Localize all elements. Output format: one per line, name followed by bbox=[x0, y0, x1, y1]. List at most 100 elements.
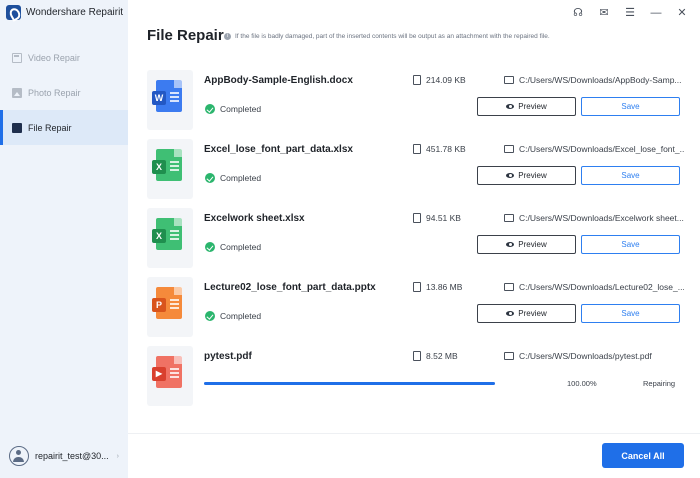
preview-button[interactable]: Preview bbox=[477, 304, 576, 323]
file-path: C:/Users/WS/Downloads/AppBody-Samp... bbox=[504, 75, 684, 85]
file-size-icon bbox=[413, 75, 421, 85]
preview-button[interactable]: Preview bbox=[477, 235, 576, 254]
progress-bar bbox=[204, 382, 495, 385]
file-size: 94.51 KB bbox=[413, 213, 461, 223]
status-badge: Completed bbox=[205, 242, 261, 252]
file-card-repairing: ▶ pytest.pdf 8.52 MB C:/Users/WS/Downloa… bbox=[147, 346, 687, 412]
status-text: Completed bbox=[220, 104, 262, 114]
info-icon: i bbox=[224, 33, 231, 40]
file-path: C:/Users/WS/Downloads/Lecture02_lose_... bbox=[504, 282, 684, 292]
status-badge: Completed bbox=[205, 104, 261, 114]
footer-divider bbox=[128, 433, 700, 434]
file-thumbnail: ▶ bbox=[147, 346, 193, 406]
page-subtitle: i If the file is badly damaged, part of … bbox=[224, 33, 550, 40]
pdf-doc-icon: ▶ bbox=[152, 356, 182, 388]
file-name: AppBody-Sample-English.docx bbox=[204, 75, 353, 86]
eye-icon bbox=[506, 242, 515, 247]
file-thumbnail: W bbox=[147, 70, 193, 130]
word-doc-icon: W bbox=[152, 80, 182, 112]
file-name: pytest.pdf bbox=[204, 351, 252, 362]
status-badge: Completed bbox=[205, 311, 261, 321]
file-size-icon bbox=[413, 213, 421, 223]
file-thumbnail: X bbox=[147, 208, 193, 268]
sidebar: Wondershare Repairit Video Repair Photo … bbox=[0, 0, 128, 478]
file-size-icon bbox=[413, 282, 421, 292]
save-button[interactable]: Save bbox=[581, 235, 680, 254]
file-path: C:/Users/WS/Downloads/pytest.pdf bbox=[504, 351, 684, 361]
user-account[interactable]: repairit_test@30... › bbox=[9, 446, 127, 466]
file-path-value: C:/Users/WS/Downloads/Excelwork sheet... bbox=[519, 213, 684, 223]
file-name: Excelwork sheet.xlsx bbox=[204, 213, 305, 224]
file-size-icon bbox=[413, 144, 421, 154]
folder-icon bbox=[504, 145, 514, 153]
brand: Wondershare Repairit bbox=[6, 5, 123, 20]
save-button[interactable]: Save bbox=[581, 166, 680, 185]
app-name: Wondershare Repairit bbox=[26, 7, 124, 18]
video-icon bbox=[12, 52, 22, 63]
powerpoint-doc-icon: P bbox=[152, 287, 182, 319]
avatar-icon bbox=[9, 446, 29, 466]
file-path-value: C:/Users/WS/Downloads/AppBody-Samp... bbox=[519, 75, 682, 85]
file-card: P Lecture02_lose_font_part_data.pptx Com… bbox=[147, 277, 687, 343]
file-size: 13.86 MB bbox=[413, 282, 462, 292]
status-badge: Completed bbox=[205, 173, 261, 183]
check-circle-icon bbox=[205, 242, 215, 252]
file-name: Lecture02_lose_font_part_data.pptx bbox=[204, 282, 376, 293]
main-panel: File Repair i If the file is badly damag… bbox=[128, 0, 700, 478]
repairit-logo-icon bbox=[6, 5, 21, 20]
user-name: repairit_test@30... bbox=[35, 451, 109, 461]
file-size: 214.09 KB bbox=[413, 75, 466, 85]
sidebar-nav: Video Repair Photo Repair File Repair bbox=[0, 40, 128, 145]
file-size-value: 8.52 MB bbox=[426, 351, 458, 361]
status-text: Completed bbox=[220, 311, 262, 321]
eye-icon bbox=[506, 311, 515, 316]
check-circle-icon bbox=[205, 173, 215, 183]
check-circle-icon bbox=[205, 104, 215, 114]
chevron-right-icon: › bbox=[116, 452, 120, 460]
file-card: W AppBody-Sample-English.docx Completed … bbox=[147, 70, 687, 136]
file-size: 451.78 KB bbox=[413, 144, 466, 154]
file-path-value: C:/Users/WS/Downloads/pytest.pdf bbox=[519, 351, 652, 361]
excel-doc-icon: X bbox=[152, 149, 182, 181]
check-circle-icon bbox=[205, 311, 215, 321]
preview-button[interactable]: Preview bbox=[477, 166, 576, 185]
file-thumbnail: P bbox=[147, 277, 193, 337]
sidebar-item-label: File Repair bbox=[28, 122, 72, 133]
cancel-all-button[interactable]: Cancel All bbox=[602, 443, 684, 468]
sidebar-item-label: Photo Repair bbox=[28, 87, 81, 98]
file-name: Excel_lose_font_part_data.xlsx bbox=[204, 144, 353, 155]
sidebar-item-label: Video Repair bbox=[28, 52, 80, 63]
sidebar-item-video-repair[interactable]: Video Repair bbox=[0, 40, 128, 75]
photo-icon bbox=[12, 87, 22, 98]
file-path: C:/Users/WS/Downloads/Excelwork sheet... bbox=[504, 213, 684, 223]
file-size-value: 13.86 MB bbox=[426, 282, 463, 292]
folder-icon bbox=[504, 283, 514, 291]
file-card: X Excel_lose_font_part_data.xlsx Complet… bbox=[147, 139, 687, 205]
sidebar-item-file-repair[interactable]: File Repair bbox=[0, 110, 128, 145]
sidebar-item-photo-repair[interactable]: Photo Repair bbox=[0, 75, 128, 110]
subtitle-text: If the file is badly damaged, part of th… bbox=[235, 33, 550, 40]
status-text: Completed bbox=[220, 242, 262, 252]
save-button[interactable]: Save bbox=[581, 304, 680, 323]
file-card: X Excelwork sheet.xlsx Completed 94.51 K… bbox=[147, 208, 687, 274]
file-size: 8.52 MB bbox=[413, 351, 458, 361]
page-title: File Repair bbox=[147, 27, 224, 44]
file-icon bbox=[12, 122, 22, 133]
eye-icon bbox=[506, 173, 515, 178]
progress-fill bbox=[204, 382, 495, 385]
eye-icon bbox=[506, 104, 515, 109]
file-size-value: 214.09 KB bbox=[426, 75, 466, 85]
repair-state: Repairing bbox=[643, 379, 676, 388]
preview-button[interactable]: Preview bbox=[477, 97, 576, 116]
status-text: Completed bbox=[220, 173, 262, 183]
folder-icon bbox=[504, 214, 514, 222]
folder-icon bbox=[504, 76, 514, 84]
file-path-value: C:/Users/WS/Downloads/Lecture02_lose_... bbox=[519, 282, 684, 292]
file-path: C:/Users/WS/Downloads/Excel_lose_font_..… bbox=[504, 144, 684, 154]
file-size-icon bbox=[413, 351, 421, 361]
file-size-value: 451.78 KB bbox=[426, 144, 466, 154]
folder-icon bbox=[504, 352, 514, 360]
save-button[interactable]: Save bbox=[581, 97, 680, 116]
file-thumbnail: X bbox=[147, 139, 193, 199]
progress-percent: 100.00% bbox=[567, 379, 597, 388]
